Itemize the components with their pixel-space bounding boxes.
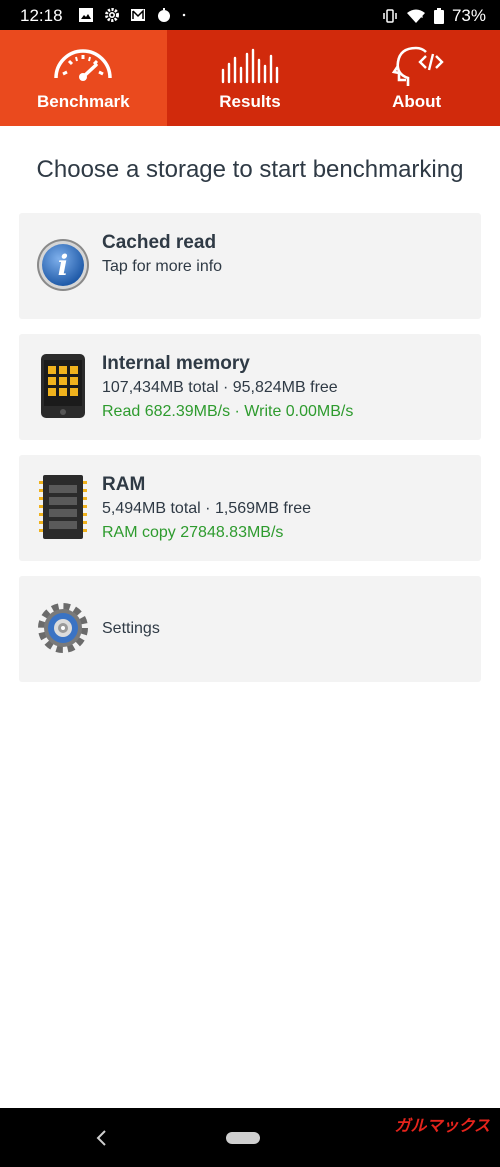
- tab-about[interactable]: About: [333, 30, 500, 126]
- ram-card[interactable]: RAM 5,494MB total · 1,569MB free RAM cop…: [19, 455, 481, 561]
- android-icon: [158, 8, 170, 22]
- back-icon[interactable]: [92, 1126, 112, 1150]
- ram-speed: RAM copy 27848.83MB/s: [102, 524, 284, 541]
- settings-text: Settings: [102, 617, 160, 641]
- gear-icon: [105, 8, 119, 22]
- svg-text:i: i: [58, 249, 69, 282]
- internal-memory-title: Internal memory: [102, 353, 250, 374]
- ram-chip-icon: [39, 475, 87, 539]
- internal-memory-size: 107,434MB total · 95,824MB free: [102, 379, 338, 396]
- vibrate-icon: [383, 9, 397, 23]
- internal-memory-card[interactable]: Internal memory 107,434MB total · 95,824…: [19, 334, 481, 440]
- tab-benchmark[interactable]: Benchmark: [0, 30, 167, 126]
- phone-icon: [41, 354, 85, 418]
- bars-icon: [221, 48, 279, 84]
- dot-icon: [182, 13, 186, 17]
- ram-size: 5,494MB total · 1,569MB free: [102, 500, 311, 517]
- mail-icon: [131, 9, 145, 21]
- tab-about-label: About: [392, 92, 442, 111]
- head-code-icon: [391, 46, 444, 86]
- status-time: 12:18: [20, 6, 63, 25]
- info-icon: i: [37, 239, 89, 291]
- speedometer-icon: [54, 49, 113, 81]
- tab-results[interactable]: Results: [167, 30, 334, 126]
- ram-title: RAM: [102, 474, 146, 495]
- status-bar: 12:18 73%: [0, 0, 500, 30]
- tab-benchmark-label: Benchmark: [37, 92, 130, 111]
- battery-percent: 73%: [451, 6, 486, 25]
- tab-bar: Benchmark Results About: [0, 30, 500, 126]
- status-notification-icons: [78, 7, 190, 23]
- cached-read-title: Cached read: [102, 232, 217, 253]
- battery-icon: [433, 8, 444, 24]
- wifi-icon: [406, 9, 425, 23]
- settings-label: Settings: [102, 620, 160, 637]
- watermark-logo: ガルマックス: [394, 1116, 490, 1135]
- tab-results-label: Results: [219, 92, 281, 111]
- navigation-bar: ガルマックス: [0, 1108, 500, 1167]
- status-system-icons: 73%: [382, 6, 486, 26]
- settings-gear-icon: [38, 603, 88, 653]
- internal-memory-speed: Read 682.39MB/s · Write 0.00MB/s: [102, 403, 354, 420]
- image-icon: [79, 8, 93, 22]
- internal-memory-text: Internal memory 107,434MB total · 95,824…: [102, 352, 353, 424]
- settings-card[interactable]: Settings: [19, 576, 481, 682]
- ram-text: RAM 5,494MB total · 1,569MB free RAM cop…: [102, 473, 311, 545]
- home-pill-button[interactable]: [226, 1132, 260, 1144]
- page-title: Choose a storage to start benchmarking: [36, 156, 464, 183]
- cached-read-text: Cached read Tap for more info: [102, 231, 222, 279]
- cached-read-card[interactable]: i Cached read Tap for more info: [19, 213, 481, 319]
- cached-read-subtitle: Tap for more info: [102, 258, 223, 275]
